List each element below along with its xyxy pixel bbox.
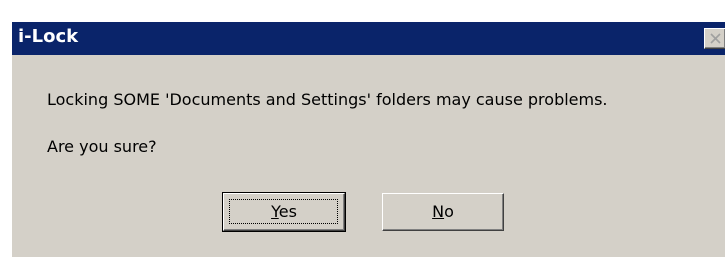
close-icon xyxy=(710,33,721,44)
no-label-rest: o xyxy=(444,202,454,221)
confirm-dialog: i-Lock Locking SOME 'Documents and Setti… xyxy=(11,21,725,257)
close-button[interactable] xyxy=(704,28,725,49)
yes-accelerator: Y xyxy=(271,202,279,221)
no-accelerator: N xyxy=(432,202,445,221)
no-button-label: No xyxy=(383,202,503,222)
title-bar[interactable]: i-Lock xyxy=(12,22,725,55)
yes-label-rest: es xyxy=(278,202,297,221)
yes-button-label: Yes xyxy=(224,202,344,222)
warning-message: Locking SOME 'Documents and Settings' fo… xyxy=(47,90,608,109)
yes-button[interactable]: Yes xyxy=(222,192,346,232)
dialog-title: i-Lock xyxy=(18,26,79,47)
confirm-question: Are you sure? xyxy=(47,137,157,156)
no-button[interactable]: No xyxy=(382,193,504,231)
